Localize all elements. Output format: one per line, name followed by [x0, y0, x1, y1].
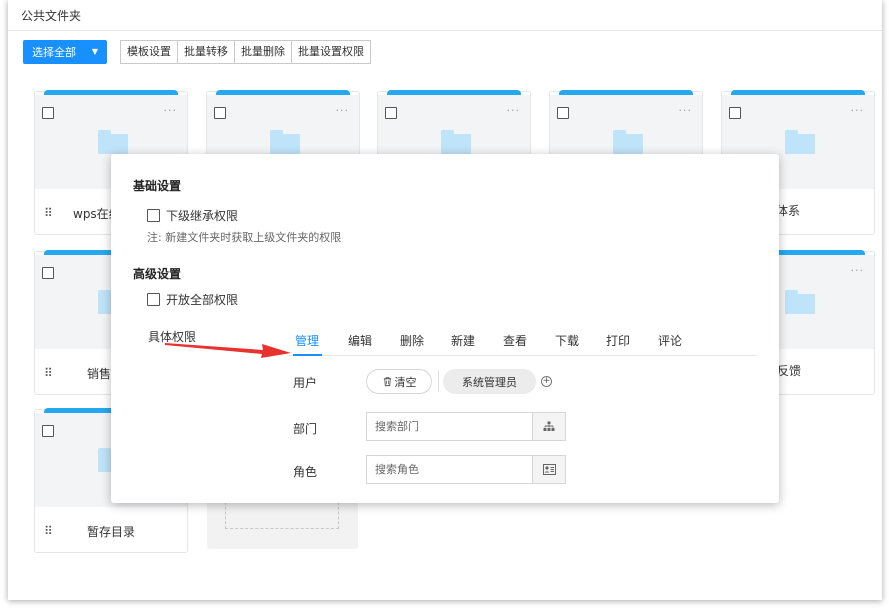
batch-delete-button[interactable]: 批量删除 [235, 41, 292, 63]
folder-icon [785, 130, 815, 154]
permission-popup: 基础设置 下级继承权限 注: 新建文件夹时获取上级文件夹的权限 高级设置 开放全… [111, 154, 779, 503]
tab-view[interactable]: 查看 [503, 332, 527, 349]
clear-users-label: 清空 [394, 375, 417, 389]
folder-icon [441, 130, 471, 154]
tab-download[interactable]: 下载 [555, 332, 579, 349]
folder-icon [785, 290, 815, 314]
role-search-input[interactable] [367, 456, 533, 483]
org-tree-icon[interactable] [532, 413, 565, 440]
batch-toolbar: 模板设置 批量转移 批量删除 批量设置权限 [120, 40, 371, 64]
advanced-settings-title: 高级设置 [133, 267, 182, 281]
drag-handle-icon[interactable]: ⠿ [44, 524, 53, 538]
tab-comment[interactable]: 评论 [658, 332, 682, 349]
folder-icon [270, 130, 300, 154]
role-field-label: 角色 [293, 465, 318, 479]
user-field-label: 用户 [293, 376, 318, 390]
inherit-note: 注: 新建文件夹时获取上级文件夹的权限 [147, 231, 342, 244]
trash-icon [383, 377, 391, 387]
drag-handle-icon[interactable]: ⠿ [44, 206, 53, 220]
select-all-label: 选择全部 [32, 46, 76, 59]
card-checkbox[interactable] [42, 425, 54, 437]
dept-search [366, 412, 566, 441]
batch-permission-button[interactable]: 批量设置权限 [292, 41, 370, 63]
folder-name: 销售 [87, 367, 112, 381]
inherit-checkbox[interactable] [147, 209, 160, 222]
role-search [366, 455, 566, 484]
card-checkbox[interactable] [729, 107, 741, 119]
tab-new[interactable]: 新建 [451, 332, 475, 349]
card-checkbox[interactable] [557, 107, 569, 119]
open-all-label: 开放全部权限 [166, 293, 239, 307]
card-checkbox[interactable] [214, 107, 226, 119]
batch-transfer-button[interactable]: 批量转移 [178, 41, 235, 63]
card-checkbox[interactable] [42, 267, 54, 279]
header-divider [8, 30, 882, 31]
tab-manage[interactable]: 管理 [295, 332, 319, 349]
folder-icon [98, 130, 128, 154]
more-icon[interactable]: ··· [679, 104, 693, 117]
tab-edit[interactable]: 编辑 [348, 332, 372, 349]
more-icon[interactable]: ··· [851, 264, 865, 277]
app-window: 公共文件夹 选择全部 ▼ 模板设置 批量转移 批量删除 批量设置权限 ··· ⠿… [8, 0, 882, 600]
card-checkbox[interactable] [385, 107, 397, 119]
chevron-down-icon[interactable]: ▼ [92, 47, 98, 56]
dept-search-input[interactable] [367, 413, 533, 440]
more-icon[interactable]: ··· [164, 104, 178, 117]
inherit-label: 下级继承权限 [166, 209, 239, 223]
basic-settings-title: 基础设置 [133, 179, 182, 193]
select-all-button[interactable]: 选择全部 ▼ [23, 40, 107, 64]
template-settings-button[interactable]: 模板设置 [121, 41, 178, 63]
more-icon[interactable]: ··· [507, 104, 521, 117]
folder-icon [613, 130, 643, 154]
clear-users-button[interactable]: 清空 [366, 369, 432, 394]
drag-handle-icon[interactable]: ⠿ [44, 366, 53, 380]
dept-field-label: 部门 [293, 422, 318, 436]
more-icon[interactable]: ··· [336, 104, 350, 117]
tab-delete[interactable]: 删除 [400, 332, 424, 349]
tab-print[interactable]: 打印 [606, 332, 630, 349]
user-tag[interactable]: 系统管理员 [443, 369, 536, 394]
open-all-checkbox[interactable] [147, 293, 160, 306]
folder-name: 暂存目录 [87, 525, 136, 539]
plus-circle-icon[interactable]: + [541, 376, 552, 387]
divider [438, 370, 439, 392]
specific-permission-label: 具体权限 [148, 330, 197, 344]
active-tab-indicator [293, 354, 322, 356]
permission-tabs: 管理 编辑 删除 新建 查看 下载 打印 评论 [287, 326, 757, 356]
card-checkbox[interactable] [42, 107, 54, 119]
more-icon[interactable]: ··· [851, 104, 865, 117]
contact-card-icon[interactable] [532, 456, 565, 483]
page-title: 公共文件夹 [21, 9, 82, 23]
